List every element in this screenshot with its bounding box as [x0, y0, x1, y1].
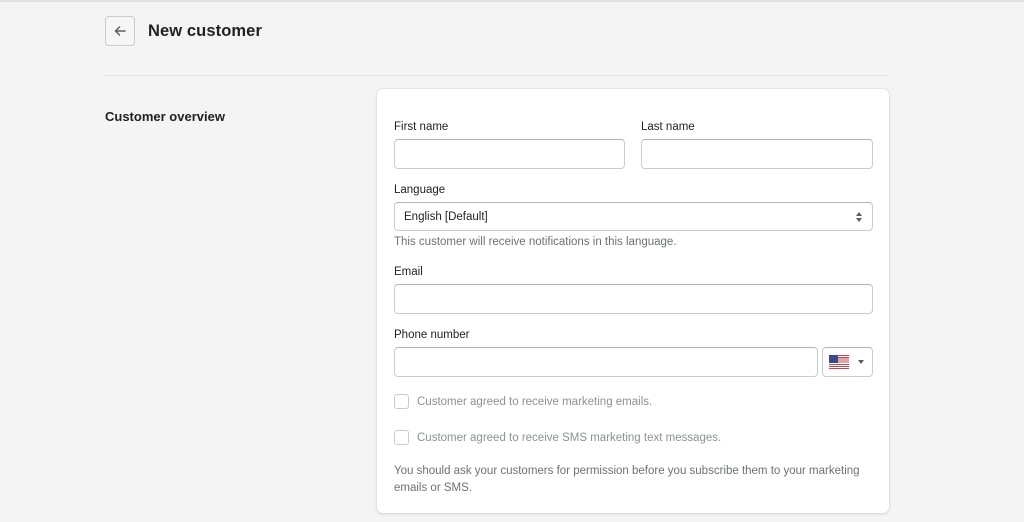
phone-label: Phone number: [394, 329, 470, 341]
us-flag-icon: [829, 355, 849, 369]
email-input[interactable]: [394, 284, 873, 314]
first-name-input[interactable]: [394, 139, 625, 169]
section-title: Customer overview: [105, 109, 225, 124]
first-name-label: First name: [394, 121, 449, 133]
marketing-sms-option[interactable]: Customer agreed to receive SMS marketing…: [394, 430, 721, 445]
marketing-email-option[interactable]: Customer agreed to receive marketing ema…: [394, 394, 652, 409]
customer-overview-card: First name Last name Language English [D…: [377, 89, 889, 513]
arrow-left-icon: [114, 26, 126, 36]
consent-disclaimer: You should ask your customers for permis…: [394, 465, 860, 494]
marketing-email-label: Customer agreed to receive marketing ema…: [417, 395, 653, 408]
phone-input[interactable]: [394, 347, 818, 377]
caret-down-icon: [858, 360, 864, 364]
select-updown-icon: [855, 211, 863, 223]
last-name-input[interactable]: [641, 139, 873, 169]
country-code-select[interactable]: [822, 347, 873, 377]
marketing-sms-checkbox[interactable]: [394, 430, 409, 445]
marketing-email-checkbox[interactable]: [394, 394, 409, 409]
back-button[interactable]: [105, 16, 135, 46]
top-edge: [0, 0, 1024, 2]
language-select[interactable]: English [Default]: [394, 202, 873, 231]
last-name-label: Last name: [641, 121, 695, 133]
language-help-text: This customer will receive notifications…: [394, 236, 677, 248]
language-label: Language: [394, 184, 446, 196]
page-header: New customer: [105, 16, 262, 46]
language-selected-value: English [Default]: [404, 210, 488, 223]
marketing-sms-label: Customer agreed to receive SMS marketing…: [417, 431, 722, 444]
header-divider: [105, 75, 889, 76]
email-label: Email: [394, 266, 423, 278]
page-title: New customer: [148, 21, 262, 40]
